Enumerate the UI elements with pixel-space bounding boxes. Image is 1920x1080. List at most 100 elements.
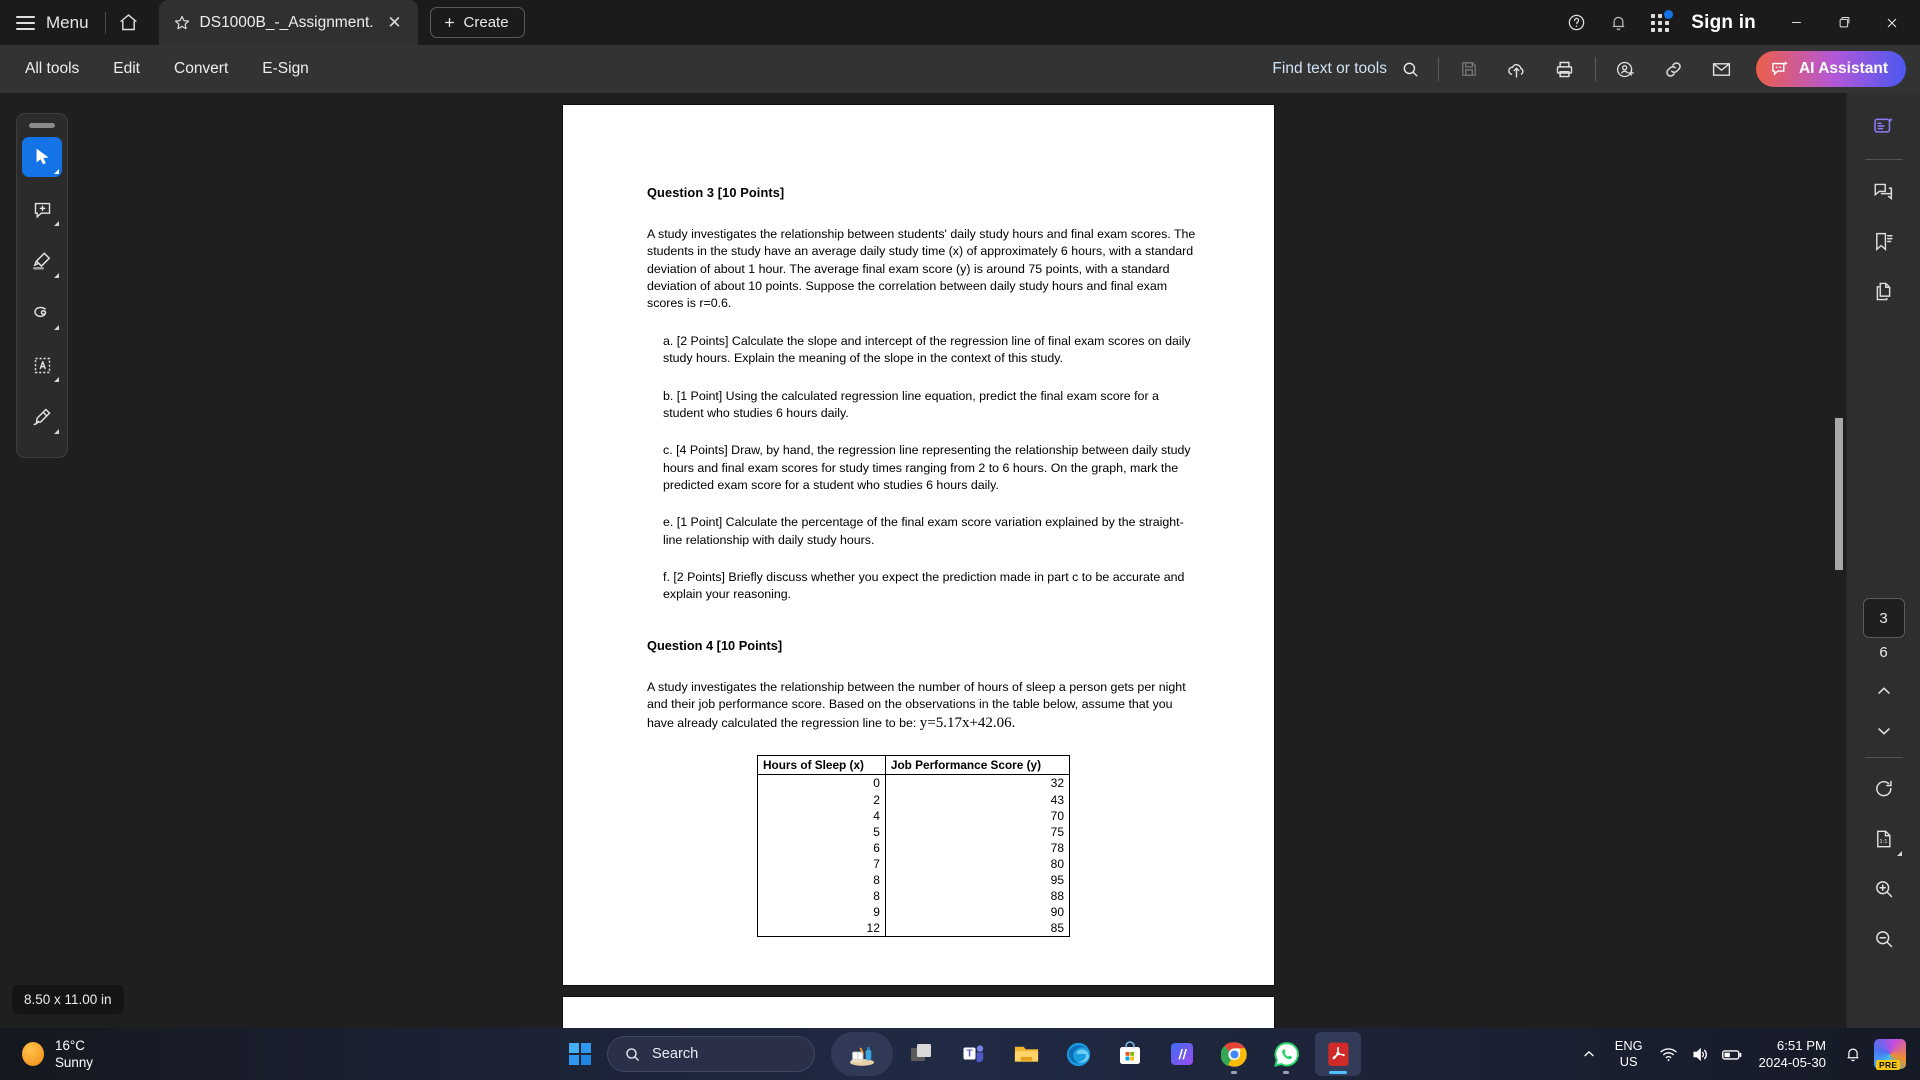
cell-x: 8	[757, 871, 886, 888]
task-view-icon	[909, 1041, 935, 1067]
window-close-icon[interactable]	[1868, 0, 1916, 45]
chevron-more-icon	[1896, 851, 1902, 856]
document-viewport[interactable]: Question 3 [10 Points] A study investiga…	[0, 93, 1920, 1028]
study-desk-icon	[847, 1041, 877, 1067]
zoom-in-icon	[1873, 878, 1895, 900]
regression-equation: y=5.17x+42.06.	[919, 715, 1016, 732]
fit-page-button[interactable]: 1:1	[1861, 816, 1907, 862]
start-button[interactable]	[559, 1032, 601, 1076]
search-icon[interactable]	[1401, 60, 1420, 79]
copilot-button[interactable]: PRE	[1874, 1039, 1906, 1070]
notification-center-button[interactable]	[1838, 1032, 1868, 1076]
upload-cloud-icon[interactable]	[1493, 45, 1541, 93]
comments-button[interactable]	[1861, 168, 1907, 214]
highlight-tool[interactable]	[22, 241, 62, 281]
minimize-icon[interactable]	[1772, 0, 1820, 45]
menu-button[interactable]: Menu	[0, 0, 103, 45]
fill-sign-tool[interactable]	[22, 397, 62, 437]
question-4-title: Question 4 [10 Points]	[647, 637, 783, 653]
hamburger-icon	[16, 15, 35, 30]
volume-button[interactable]	[1686, 1032, 1716, 1076]
svg-text:1:1: 1:1	[1879, 839, 1887, 845]
system-tray: ENG US 6:51 PM 2024-05-30 PRE	[1574, 1032, 1920, 1076]
tab-convert[interactable]: Convert	[157, 45, 245, 93]
search-box[interactable]: Search	[607, 1036, 815, 1072]
select-tool[interactable]	[22, 137, 62, 177]
email-icon[interactable]	[1698, 45, 1746, 93]
taskbar-app-task-view[interactable]	[899, 1032, 945, 1076]
document-tab[interactable]: DS1000B_-_Assignment... ✕	[158, 0, 418, 45]
taskbar-app-file-explorer[interactable]	[1003, 1032, 1049, 1076]
sign-in-button[interactable]: Sign in	[1681, 12, 1772, 34]
pdf-page-3: Question 3 [10 Points] A study investiga…	[563, 105, 1274, 985]
page-number-input[interactable]: 3	[1862, 598, 1905, 638]
text-select-tool[interactable]	[22, 345, 62, 385]
ai-assistant-button[interactable]: AI Assistant	[1755, 51, 1906, 87]
find-button[interactable]: Find text or tools	[1272, 60, 1420, 79]
question-4-intro: A study investigates the relationship be…	[647, 679, 1202, 735]
taskbar-app-whatsapp[interactable]	[1263, 1032, 1309, 1076]
add-person-icon[interactable]	[1602, 45, 1650, 93]
zoom-in-button[interactable]	[1861, 866, 1907, 912]
add-comment-tool[interactable]	[22, 189, 62, 229]
star-icon[interactable]	[173, 14, 191, 32]
home-button[interactable]	[108, 0, 150, 45]
weather-temperature: 16°C	[55, 1037, 85, 1053]
create-button[interactable]: Create	[429, 7, 525, 38]
tab-esign[interactable]: E-Sign	[245, 45, 326, 93]
battery-icon	[1721, 1045, 1744, 1064]
taskbar-app-edge[interactable]	[1055, 1032, 1101, 1076]
next-page-button[interactable]	[1861, 711, 1907, 751]
copilot-badge: PRE	[1876, 1060, 1901, 1070]
close-icon[interactable]: ✕	[384, 12, 406, 34]
cell-x: 7	[757, 855, 886, 872]
tab-all-tools[interactable]: All tools	[8, 45, 96, 93]
clock[interactable]: 6:51 PM 2024-05-30	[1750, 1037, 1836, 1071]
fit-page-icon: 1:1	[1873, 828, 1895, 850]
help-circle-icon[interactable]	[1555, 0, 1597, 45]
maximize-icon[interactable]	[1820, 0, 1868, 45]
taskbar-app-teams[interactable]: T	[951, 1032, 997, 1076]
taskbar-app-mega[interactable]	[1159, 1032, 1205, 1076]
chevron-more-icon	[54, 429, 59, 434]
table-head: Hours of Sleep (x) Job Performance Score…	[757, 755, 1071, 776]
clock-date: 2024-05-30	[1758, 1055, 1826, 1070]
vertical-scrollbar[interactable]	[1832, 93, 1846, 1028]
chevron-down-icon	[1874, 721, 1894, 741]
battery-button[interactable]	[1718, 1032, 1748, 1076]
table-row: 8 95	[757, 871, 1071, 888]
weather-widget[interactable]: 16°C Sunny	[0, 1037, 93, 1071]
cell-y: 43	[884, 791, 1071, 808]
apps-grid-icon[interactable]	[1639, 0, 1681, 45]
search-placeholder: Search	[652, 1046, 699, 1062]
scrollbar-thumb[interactable]	[1835, 418, 1843, 570]
taskbar-app-acrobat[interactable]	[1315, 1032, 1361, 1076]
wifi-button[interactable]	[1654, 1032, 1684, 1076]
save-icon[interactable]	[1445, 45, 1493, 93]
chevron-more-icon	[54, 377, 59, 382]
tray-overflow-button[interactable]	[1574, 1032, 1604, 1076]
table-header-row: Hours of Sleep (x) Job Performance Score…	[757, 755, 1071, 776]
ai-summary-button[interactable]	[1861, 103, 1907, 149]
question-3-part-b: b. [1 Point] Using the calculated regres…	[663, 388, 1159, 420]
page-size-badge: 8.50 x 11.00 in	[12, 985, 124, 1014]
tab-edit[interactable]: Edit	[96, 45, 157, 93]
previous-page-button[interactable]	[1861, 671, 1907, 711]
taskbar-app-copilot-study[interactable]	[831, 1032, 893, 1076]
taskbar-app-chrome[interactable]	[1211, 1032, 1257, 1076]
link-icon[interactable]	[1650, 45, 1698, 93]
print-icon[interactable]	[1541, 45, 1589, 93]
rotate-button[interactable]	[1861, 766, 1907, 812]
page-thumbnails-button[interactable]	[1861, 268, 1907, 314]
question-3-part-f: f. [2 Points] Briefly discuss whether yo…	[663, 570, 1185, 602]
toolbar-drag-handle[interactable]	[29, 123, 55, 128]
lasso-icon	[31, 302, 53, 324]
language-indicator[interactable]: ENG US	[1606, 1038, 1652, 1070]
cell-x: 4	[757, 807, 886, 824]
divider	[1594, 57, 1596, 81]
bell-icon[interactable]	[1597, 0, 1639, 45]
taskbar-app-microsoft-store[interactable]	[1107, 1032, 1153, 1076]
bookmarks-button[interactable]	[1861, 218, 1907, 264]
draw-oval-tool[interactable]	[22, 293, 62, 333]
zoom-out-button[interactable]	[1861, 916, 1907, 962]
